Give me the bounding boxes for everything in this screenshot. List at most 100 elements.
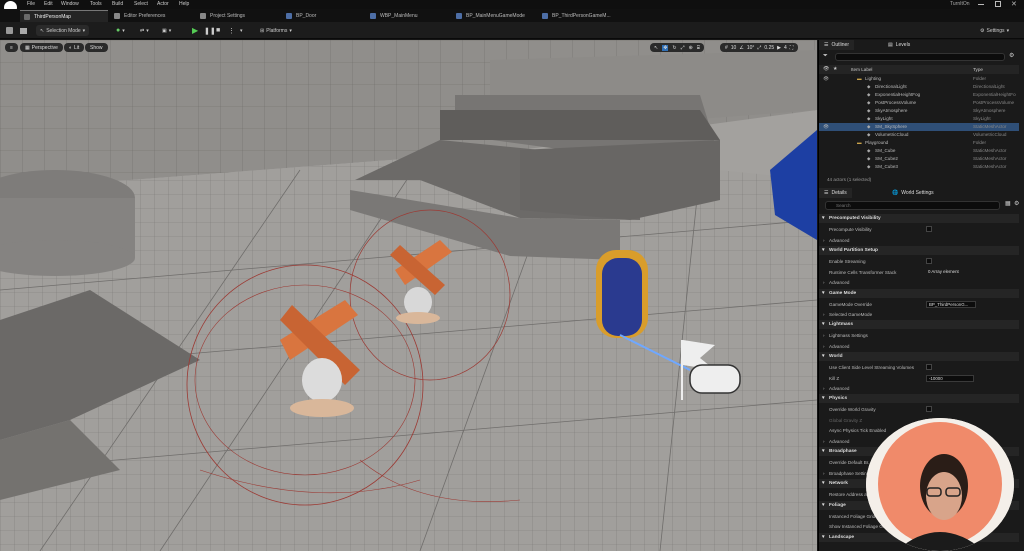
grid-snap-icon[interactable]: # — [725, 45, 728, 51]
pin-icon[interactable]: ★ — [833, 66, 837, 72]
property-checkbox[interactable] — [926, 364, 932, 370]
details-section-header[interactable]: ▾ Precomputed Visibility — [819, 214, 1019, 223]
chevron-right-icon[interactable]: › — [823, 471, 825, 476]
details-tab[interactable]: ☰ Details — [819, 188, 852, 198]
settings-dropdown[interactable]: ⚙ Settings ▾ — [980, 25, 1009, 36]
property-value-field[interactable]: BP_ThirdPersonG... — [926, 300, 976, 308]
outliner-row[interactable]: ◆ SM_Cube3 StaticMeshActor — [819, 163, 1019, 171]
world-settings-tab[interactable]: 🌐 World Settings — [887, 188, 939, 198]
details-settings-icon[interactable]: ⚙ — [1014, 200, 1019, 207]
details-search-input[interactable]: Search — [825, 201, 1000, 210]
chevron-right-icon[interactable]: › — [823, 439, 825, 444]
outliner-tab[interactable]: ☰ Outliner — [819, 40, 854, 50]
outliner-filter-button[interactable]: ⏷ — [823, 53, 828, 60]
visibility-icon[interactable]: 👁 — [823, 66, 829, 72]
tab-bp-third-person-game-mode[interactable]: BP_ThirdPersonGameM... — [538, 10, 620, 22]
details-section-header[interactable]: ▾ World Partition Setup — [819, 246, 1019, 255]
scale-snap-icon[interactable]: ⤢ — [757, 45, 761, 51]
tab-editor-preferences[interactable]: Editor Preferences — [110, 10, 192, 22]
rotation-snap-icon[interactable]: ∠ — [739, 45, 743, 51]
add-actor-button[interactable]: ● ▾ — [116, 25, 125, 36]
perspective-button[interactable]: ▦ Perspective — [20, 43, 63, 52]
chevron-right-icon[interactable]: › — [823, 280, 825, 285]
lit-button[interactable]: ◐ Lit — [64, 43, 85, 52]
tab-bp-door[interactable]: BP_Door — [282, 10, 362, 22]
outliner-settings-icon[interactable]: ⚙ — [1009, 52, 1014, 59]
details-section-header[interactable]: ▾ Lightmass — [819, 320, 1019, 329]
item-label-header[interactable]: Item Label — [851, 67, 872, 72]
build-options-button[interactable]: ▾ — [240, 25, 243, 36]
blueprint-menu-button[interactable]: ⇄ ▾ — [140, 25, 149, 36]
chevron-right-icon[interactable]: › — [823, 238, 825, 243]
viewport-options-button[interactable]: ≡ — [5, 43, 18, 52]
outliner-row[interactable]: ◆ PostProcessVolume PostProcessVolume — [819, 99, 1019, 107]
show-button[interactable]: Show — [85, 43, 108, 52]
move-icon[interactable]: ✥ — [662, 44, 669, 51]
maximize-viewport-icon[interactable]: ⛶ — [790, 45, 794, 51]
rotate-icon[interactable]: ↻ — [672, 45, 676, 51]
minimize-icon[interactable] — [978, 4, 984, 5]
menu-actor[interactable]: Actor — [157, 1, 169, 7]
rotation-snap-value[interactable]: 10° — [747, 45, 755, 51]
outliner-row[interactable]: ▬ Lighting Folder 👁 — [819, 75, 1019, 83]
scale-snap-value[interactable]: 0.25 — [764, 45, 774, 51]
menu-tools[interactable]: Tools — [90, 1, 102, 7]
play-options-button[interactable]: ⋮ — [228, 25, 235, 36]
content-browser-button[interactable] — [20, 25, 27, 36]
pause-button[interactable]: ❚❚ — [204, 25, 216, 36]
tab-wbp-main-menu[interactable]: WBP_MainMenu — [366, 10, 450, 22]
menu-help[interactable]: Help — [179, 1, 189, 7]
outliner-row[interactable]: ◆ SM_Cube StaticMeshActor — [819, 147, 1019, 155]
selection-mode-dropdown[interactable]: ↖ Selection Mode ▾ — [36, 25, 90, 36]
type-header[interactable]: Type — [973, 67, 983, 72]
visibility-icon[interactable]: 👁 — [823, 76, 829, 82]
scene-render[interactable] — [0, 40, 817, 551]
outliner-row[interactable]: ◆ SM_Cube2 StaticMeshActor — [819, 155, 1019, 163]
outliner-search-input[interactable] — [835, 53, 1005, 61]
menu-window[interactable]: Window — [61, 1, 79, 7]
outliner-row[interactable]: ◆ DirectionalLight DirectionalLight — [819, 83, 1019, 91]
stop-button[interactable]: ■ — [216, 25, 220, 36]
property-checkbox[interactable] — [926, 226, 932, 232]
outliner-row[interactable]: ◆ SkyLight SkyLight — [819, 115, 1019, 123]
chevron-right-icon[interactable]: › — [823, 386, 825, 391]
maximize-icon[interactable] — [995, 1, 1001, 7]
visibility-icon[interactable]: 👁 — [823, 124, 829, 130]
menu-build[interactable]: Build — [112, 1, 123, 7]
tab-project-settings[interactable]: Project Settings — [196, 10, 278, 22]
outliner-row[interactable]: ◆ VolumetricCloud VolumetricCloud — [819, 131, 1019, 139]
details-section-header[interactable]: ▾ World — [819, 352, 1019, 361]
property-value-field[interactable]: -10000 — [926, 374, 974, 382]
outliner-row[interactable]: ◆ SkyAtmosphere SkyAtmosphere — [819, 107, 1019, 115]
levels-tab[interactable]: ▤ Levels — [883, 40, 915, 50]
menu-edit[interactable]: Edit — [44, 1, 53, 7]
menu-select[interactable]: Select — [134, 1, 148, 7]
world-icon[interactable]: ⊕ — [689, 45, 693, 51]
outliner-row[interactable]: ◆ ExponentialHeightFog ExponentialHeightFo — [819, 91, 1019, 99]
property-matrix-icon[interactable]: ▦ — [1005, 200, 1011, 207]
details-section-header[interactable]: ▾ Physics — [819, 394, 1019, 403]
chevron-right-icon[interactable]: › — [823, 312, 825, 317]
property-checkbox[interactable] — [926, 258, 932, 264]
details-section-header[interactable]: ▾ Game Mode — [819, 288, 1019, 298]
grid-snap-value[interactable]: 10 — [731, 45, 737, 51]
chevron-right-icon[interactable]: › — [823, 333, 825, 338]
outliner-row[interactable]: ▬ Playground Folder — [819, 139, 1019, 147]
property-checkbox[interactable] — [926, 406, 932, 412]
outliner-row[interactable]: ◆ SM_SkySphere StaticMeshActor 👁 — [819, 123, 1019, 131]
level-viewport[interactable]: ≡ ▦ Perspective ◐ Lit Show ↖ ✥ ↻ ⤢ ⊕ ⌸ #10… — [0, 40, 817, 551]
camera-speed-icon[interactable]: ▶ — [777, 45, 781, 51]
chevron-right-icon[interactable]: › — [823, 344, 825, 349]
tab-third-person-map[interactable]: ThirdPersonMap — [20, 10, 108, 22]
select-icon[interactable]: ↖ — [654, 45, 658, 51]
camera-speed-value[interactable]: 4 — [784, 45, 787, 51]
play-button[interactable]: ▶ — [192, 25, 198, 36]
scale-icon[interactable]: ⤢ — [681, 45, 685, 51]
menu-file[interactable]: File — [27, 1, 35, 7]
cinematics-button[interactable]: ▣ ▾ — [162, 25, 171, 36]
close-icon[interactable]: ✕ — [1011, 0, 1017, 8]
tab-bp-main-menu-game-mode[interactable]: BP_MainMenuGameMode — [452, 10, 536, 22]
surface-snap-icon[interactable]: ⌸ — [697, 45, 700, 51]
save-button[interactable] — [6, 25, 13, 36]
platforms-dropdown[interactable]: ⊞ Platforms ▾ — [260, 25, 292, 36]
